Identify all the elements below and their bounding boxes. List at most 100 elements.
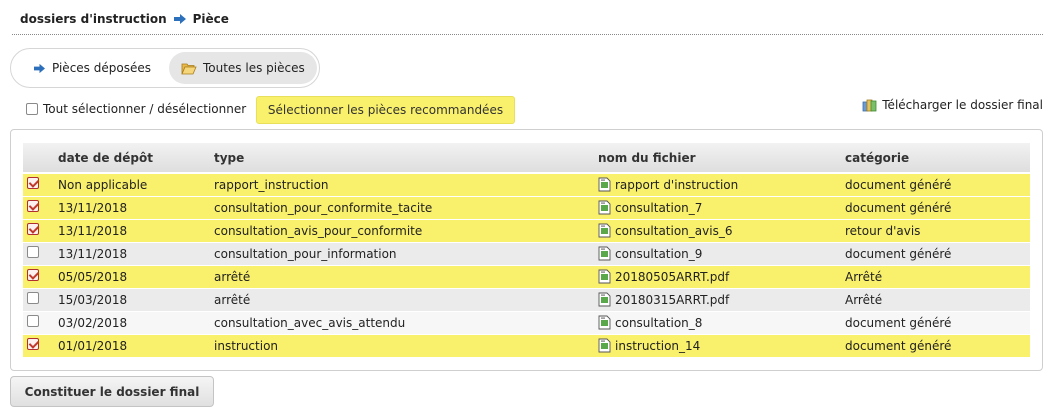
cell-filename[interactable]: consultation_7: [594, 196, 841, 220]
table-row[interactable]: 13/11/2018 consultation_avis_pour_conform…: [23, 219, 1030, 243]
filename-link[interactable]: consultation_9: [615, 247, 702, 261]
column-header-category[interactable]: catégorie: [841, 143, 1030, 174]
tab-label: Pièces déposées: [52, 61, 151, 75]
filename-link[interactable]: consultation_7: [615, 201, 702, 215]
breadcrumb: dossiers d'instruction Pièce: [20, 12, 229, 26]
cell-date: 13/11/2018: [54, 219, 210, 243]
filename-link[interactable]: 20180505ARRT.pdf: [615, 270, 729, 284]
cell-filename[interactable]: instruction_14: [594, 334, 841, 358]
cell-type: arrêté: [210, 288, 594, 312]
cell-date: Non applicable: [54, 173, 210, 197]
select-all-label: Tout sélectionner / désélectionner: [43, 102, 247, 116]
column-header-filename[interactable]: nom du fichier: [594, 143, 841, 174]
cell-type: rapport_instruction: [210, 173, 594, 197]
tab-label: Toutes les pièces: [202, 61, 305, 75]
pieces-table: date de dépôt type nom du fichier catégo…: [23, 143, 1030, 358]
cell-category: retour d'avis: [841, 219, 1030, 243]
column-header-date[interactable]: date de dépôt: [54, 143, 210, 174]
filename-link[interactable]: consultation_avis_6: [615, 224, 732, 238]
row-checkbox[interactable]: [27, 292, 39, 304]
table-row[interactable]: 13/11/2018 consultation_pour_information c…: [23, 242, 1030, 266]
table-row[interactable]: 13/11/2018 consultation_pour_conformite_t…: [23, 196, 1030, 220]
cell-type: instruction: [210, 334, 594, 358]
cell-category: Arrêté: [841, 265, 1030, 289]
cell-type: arrêté: [210, 265, 594, 289]
row-checkbox[interactable]: [27, 223, 39, 235]
cell-filename[interactable]: 20180505ARRT.pdf: [594, 265, 841, 289]
cell-type: consultation_pour_conformite_tacite: [210, 196, 594, 220]
cell-category: document généré: [841, 173, 1030, 197]
row-select-cell[interactable]: [23, 196, 54, 220]
row-select-cell[interactable]: [23, 288, 54, 312]
cell-category: document généré: [841, 196, 1030, 220]
cell-date: 05/05/2018: [54, 265, 210, 289]
cell-category: Arrêté: [841, 288, 1030, 312]
tab-bar: Pièces déposées Toutes les pièces: [10, 48, 320, 88]
pieces-panel: date de dépôt type nom du fichier catégo…: [10, 129, 1043, 371]
tab-toutes-les-pieces[interactable]: Toutes les pièces: [168, 52, 317, 84]
table-row[interactable]: 01/01/2018 instruction instruction_14 docum…: [23, 334, 1030, 358]
row-checkbox[interactable]: [27, 177, 39, 190]
breadcrumb-divider: [12, 34, 1043, 35]
document-icon: [598, 177, 611, 192]
table-row[interactable]: 15/03/2018 arrêté 20180315ARRT.pdf Arrêté: [23, 288, 1030, 312]
select-recommended-button[interactable]: Sélectionner les pièces recommandées: [256, 96, 515, 124]
breadcrumb-current: Pièce: [192, 12, 229, 26]
arrow-right-icon: [173, 14, 186, 24]
download-final-link[interactable]: Télécharger le dossier final: [862, 98, 1043, 112]
row-select-cell[interactable]: [23, 242, 54, 266]
table-row[interactable]: 03/02/2018 consultation_avec_avis_attendu…: [23, 311, 1030, 335]
cell-filename[interactable]: rapport d'instruction: [594, 173, 841, 197]
cell-filename[interactable]: consultation_9: [594, 242, 841, 266]
document-icon: [598, 223, 611, 238]
document-icon: [598, 246, 611, 261]
select-all-toggle[interactable]: Tout sélectionner / désélectionner: [26, 102, 246, 116]
cell-type: consultation_avec_avis_attendu: [210, 311, 594, 335]
row-select-cell[interactable]: [23, 311, 54, 335]
cell-date: 13/11/2018: [54, 196, 210, 220]
breadcrumb-parent[interactable]: dossiers d'instruction: [20, 12, 167, 26]
tab-pieces-deposees[interactable]: Pièces déposées: [21, 52, 163, 84]
filename-link[interactable]: 20180315ARRT.pdf: [615, 293, 729, 307]
row-checkbox[interactable]: [27, 269, 39, 281]
cell-date: 01/01/2018: [54, 334, 210, 358]
table-row[interactable]: 05/05/2018 arrêté 20180505ARRT.pdf Arrêté: [23, 265, 1030, 289]
cell-category: document généré: [841, 242, 1030, 266]
cell-category: document généré: [841, 311, 1030, 335]
document-icon: [598, 315, 611, 330]
row-select-cell[interactable]: [23, 219, 54, 243]
filename-link[interactable]: rapport d'instruction: [615, 178, 738, 192]
document-icon: [598, 269, 611, 284]
folder-open-icon: [181, 63, 197, 74]
table-row[interactable]: Non applicable rapport_instruction rapport…: [23, 173, 1030, 197]
cell-filename[interactable]: 20180315ARRT.pdf: [594, 288, 841, 312]
cell-type: consultation_pour_information: [210, 242, 594, 266]
table-header-row: date de dépôt type nom du fichier catégo…: [23, 143, 1030, 174]
select-all-checkbox[interactable]: [26, 103, 38, 115]
cell-type: consultation_avis_pour_conformite: [210, 219, 594, 243]
row-select-cell[interactable]: [23, 334, 54, 358]
cell-date: 03/02/2018: [54, 311, 210, 335]
archive-download-icon: [862, 99, 877, 112]
row-checkbox[interactable]: [27, 338, 39, 350]
filename-link[interactable]: consultation_8: [615, 316, 702, 330]
row-checkbox[interactable]: [27, 246, 39, 258]
row-checkbox[interactable]: [27, 315, 39, 327]
row-checkbox[interactable]: [27, 200, 39, 212]
cell-category: document généré: [841, 334, 1030, 358]
column-header-select: [23, 143, 54, 174]
cell-date: 13/11/2018: [54, 242, 210, 266]
column-header-type[interactable]: type: [210, 143, 594, 174]
cell-filename[interactable]: consultation_avis_6: [594, 219, 841, 243]
document-icon: [598, 338, 611, 353]
document-icon: [598, 200, 611, 215]
build-final-dossier-button[interactable]: Constituer le dossier final: [10, 376, 214, 407]
cell-date: 15/03/2018: [54, 288, 210, 312]
arrow-right-icon: [34, 63, 45, 73]
document-icon: [598, 292, 611, 307]
cell-filename[interactable]: consultation_8: [594, 311, 841, 335]
download-label: Télécharger le dossier final: [882, 98, 1043, 112]
row-select-cell[interactable]: [23, 265, 54, 289]
filename-link[interactable]: instruction_14: [615, 339, 700, 353]
row-select-cell[interactable]: [23, 173, 54, 197]
